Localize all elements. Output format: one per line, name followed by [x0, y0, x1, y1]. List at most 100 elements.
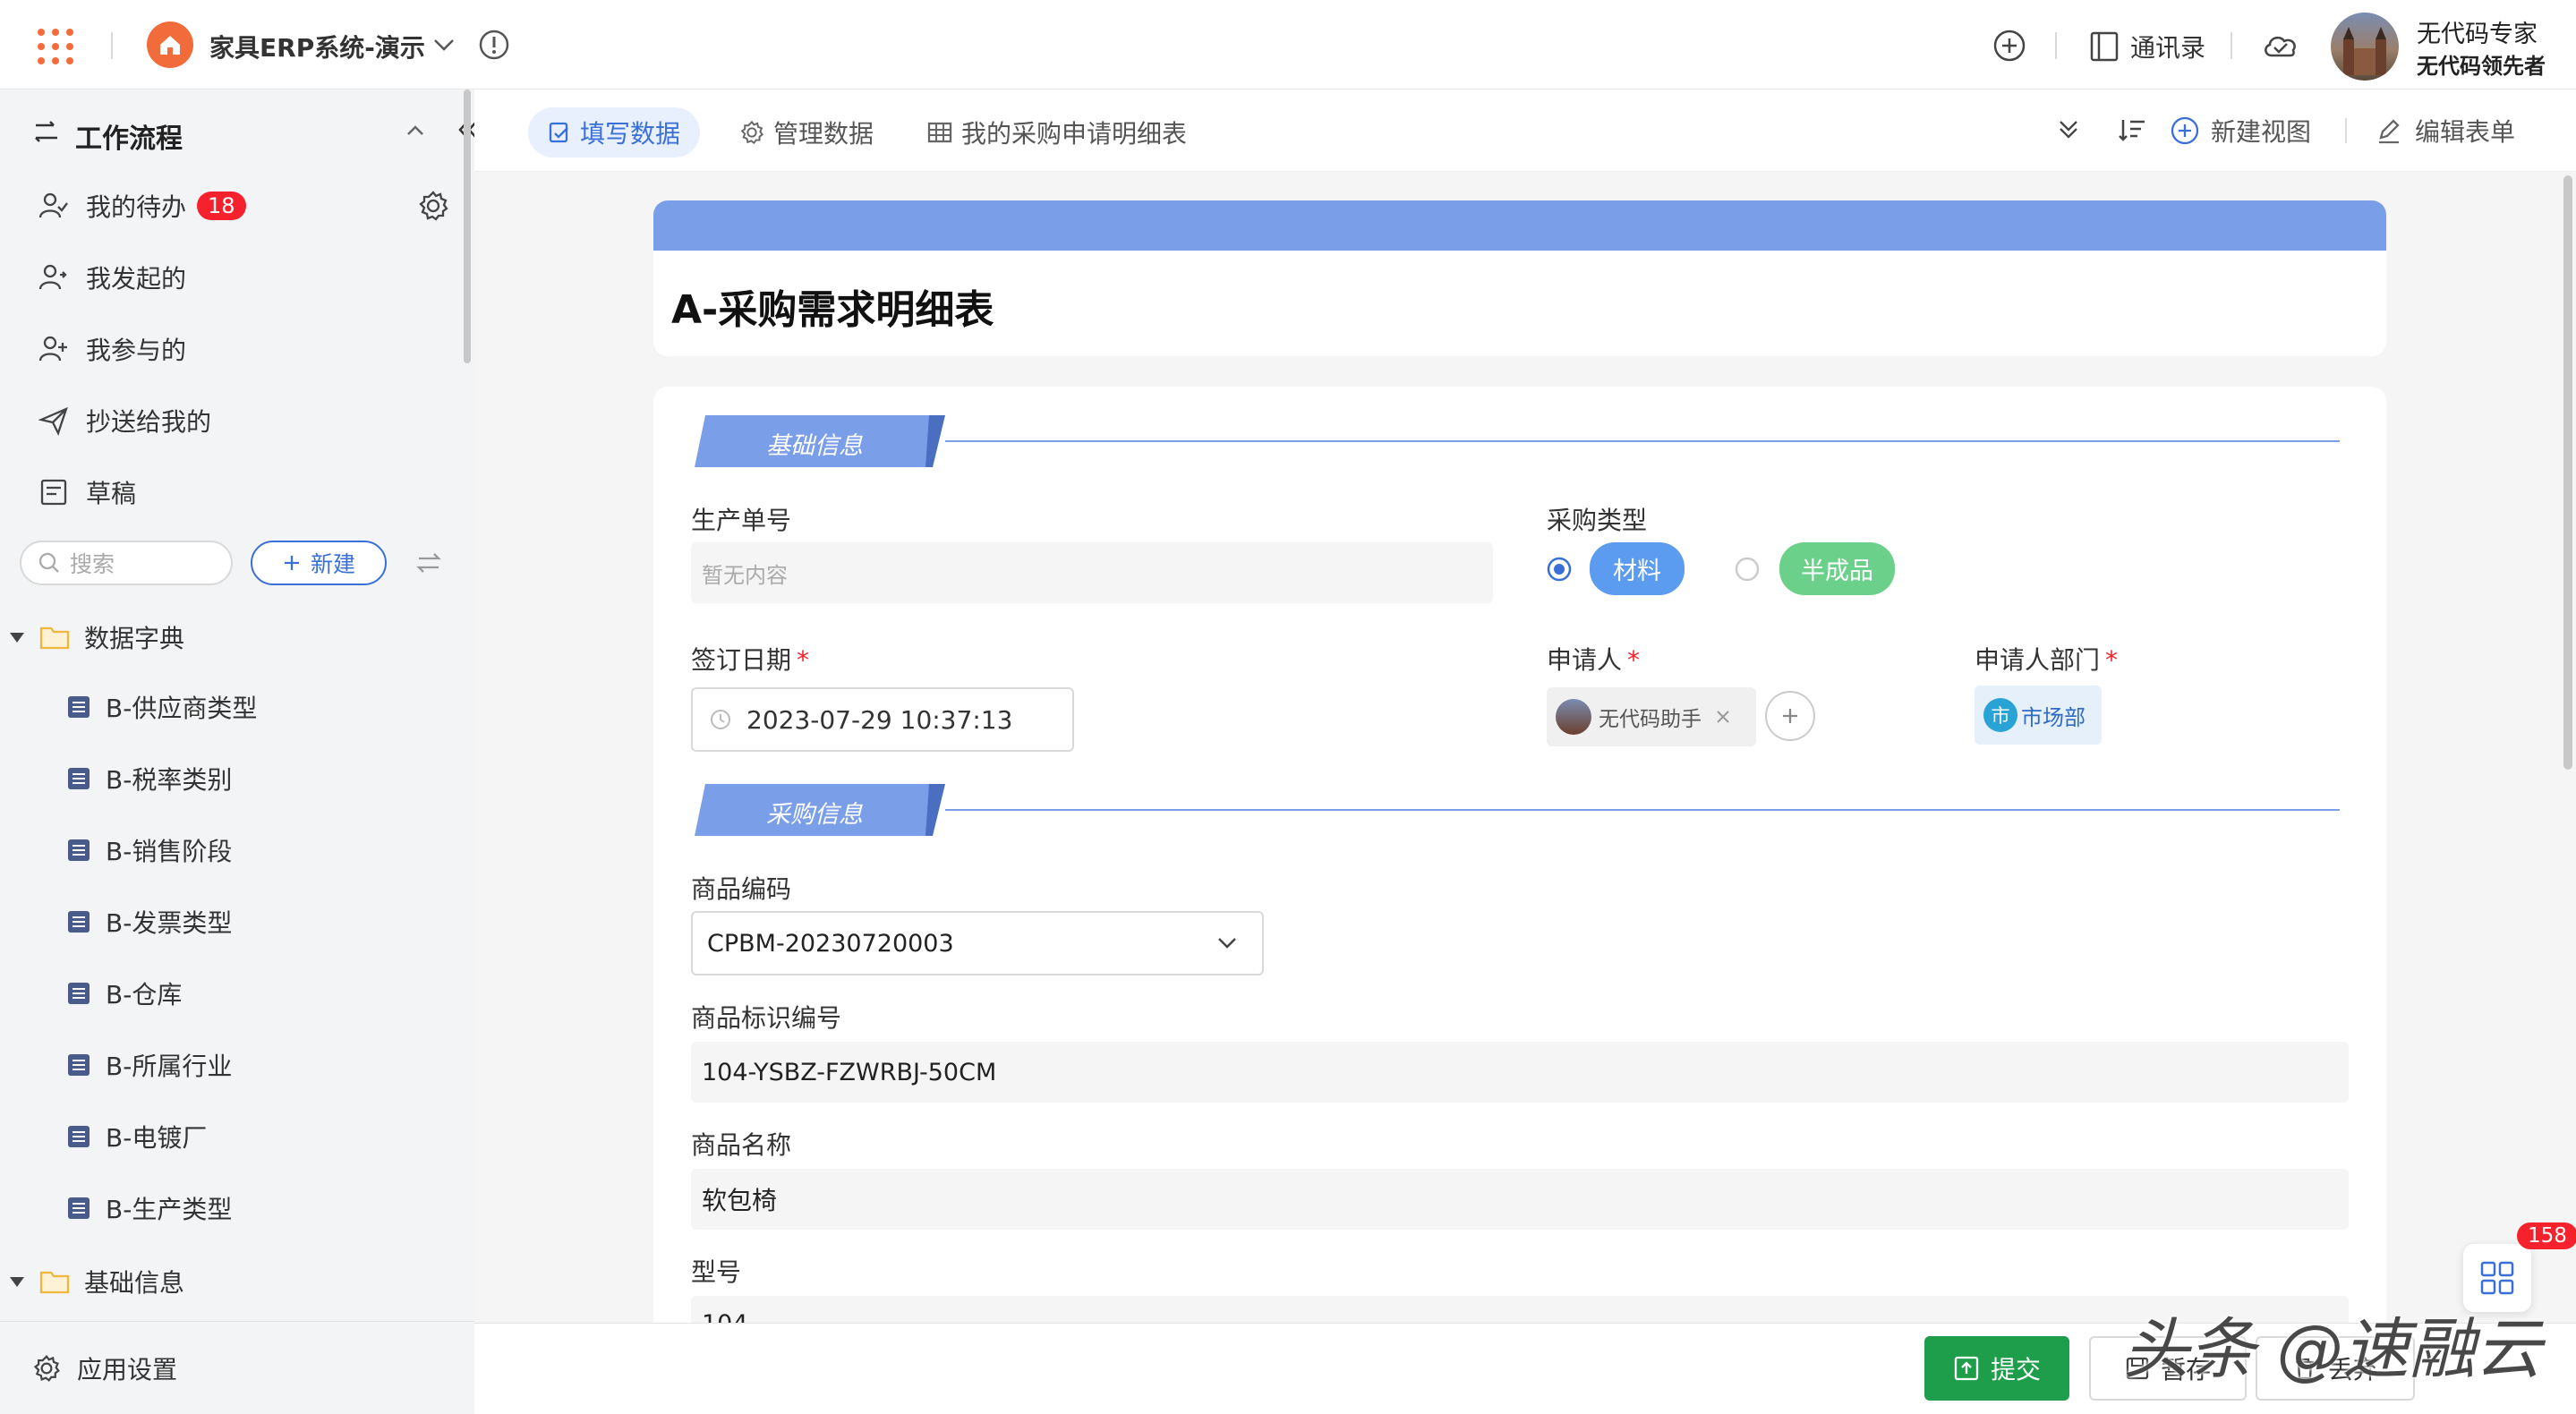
app-grid-icon[interactable]	[36, 27, 75, 66]
tree-item-production-type[interactable]: B-生产类型	[66, 1190, 232, 1226]
applicant-dept-chip[interactable]: 市 市场部	[1975, 686, 2102, 745]
tree-item-industry[interactable]: B-所属行业	[66, 1047, 232, 1083]
sidebar-item-initiated[interactable]: 我发起的	[36, 260, 186, 295]
gear-icon	[740, 120, 764, 145]
form-title: A-采购需求明细表	[671, 287, 994, 333]
tab-fill-data[interactable]: 填写数据	[528, 107, 701, 158]
applicant-avatar	[1556, 699, 1591, 735]
new-button-label: 新建	[310, 551, 355, 577]
add-applicant-button[interactable]	[1765, 691, 1815, 741]
tree-item-invoice-type[interactable]: B-发票类型	[66, 904, 232, 940]
app-settings-button[interactable]: 应用设置	[0, 1321, 474, 1414]
tree-item-tax-category[interactable]: B-税率类别	[66, 761, 232, 796]
form-edit-icon	[549, 122, 568, 143]
radio-material[interactable]: 材料	[1547, 542, 1685, 595]
sidebar-item-label: 草稿	[86, 479, 137, 508]
sidebar-item-drafts[interactable]: 草稿	[36, 474, 136, 510]
sidebar-item-label: 我参与的	[86, 336, 187, 365]
clock-icon	[711, 710, 730, 729]
info-icon[interactable]	[478, 29, 510, 61]
production-no-field[interactable]: 暂无内容	[691, 542, 1493, 603]
product-code-select[interactable]: CPBM-20230720003	[691, 911, 1264, 975]
model-field[interactable]: 104	[691, 1296, 2349, 1323]
avatar[interactable]	[2331, 13, 2399, 81]
edit-form-label: 编辑表单	[2415, 117, 2516, 147]
model-field-clip: 104	[691, 1296, 2349, 1323]
list-doc-icon	[68, 1126, 90, 1147]
radio-semi-finished[interactable]: 半成品	[1735, 542, 1895, 595]
add-circle-icon[interactable]	[1992, 29, 2026, 63]
pencil-icon	[2379, 119, 2400, 144]
list-doc-icon	[68, 768, 90, 789]
tree-item-label: B-生产类型	[106, 1195, 233, 1224]
tree-item-sales-stage[interactable]: B-销售阶段	[66, 832, 232, 868]
new-button[interactable]: 新建	[251, 541, 387, 585]
floating-count-badge: 158	[2517, 1222, 2576, 1249]
applicant-label: 申请人 *	[1547, 645, 1641, 675]
main-scrollbar[interactable]	[2563, 175, 2572, 770]
sort-icon[interactable]	[2118, 116, 2146, 143]
sign-date-value: 2023-07-29 10:37:13	[746, 704, 1013, 735]
tab-label: 管理数据	[773, 119, 874, 149]
tree-item-label: B-供应商类型	[106, 694, 258, 723]
tree-item-label: B-所属行业	[106, 1052, 233, 1081]
applicant-name: 无代码助手	[1599, 708, 1702, 731]
model-value: 104	[702, 1310, 748, 1323]
sidebar-item-label: 我的待办	[86, 192, 187, 222]
list-doc-icon	[68, 839, 90, 861]
tab-label: 填写数据	[580, 119, 681, 149]
product-id-value: 104-YSBZ-FZWRBJ-50CM	[702, 1058, 997, 1086]
sidebar-item-label: 我发起的	[86, 264, 187, 294]
folder-label: 数据字典	[84, 624, 185, 653]
applicant-chip[interactable]: 无代码助手	[1547, 687, 1756, 746]
collapse-section-icon[interactable]	[405, 122, 426, 140]
tree-item-supplier-type[interactable]: B-供应商类型	[66, 689, 257, 725]
product-name-field[interactable]: 软包椅	[691, 1169, 2349, 1230]
top-bar: 家具ERP系统-演示 通讯录 无代码专家 无代码领先者	[0, 0, 2576, 89]
applicant-dept-label: 申请人部门 *	[1975, 645, 2119, 675]
edit-form-button[interactable]: 编辑表单	[2376, 113, 2515, 149]
expand-down-icon[interactable]	[2055, 116, 2082, 143]
sidebar-item-participated[interactable]: 我参与的	[36, 331, 186, 367]
form-header-band	[653, 200, 2386, 251]
option-semi-label: 半成品	[1779, 542, 1895, 595]
search-input[interactable]: 搜索	[20, 541, 233, 585]
cloud-sync-icon[interactable]	[2261, 30, 2300, 61]
product-name-label: 商品名称	[691, 1130, 792, 1160]
chevron-down-icon[interactable]	[431, 34, 456, 55]
sidebar-item-cc[interactable]: 抄送给我的	[36, 403, 211, 439]
user-send-icon	[36, 260, 72, 295]
submit-button[interactable]: 提交	[1924, 1336, 2069, 1401]
submit-label: 提交	[1990, 1355, 2041, 1384]
tree-item-warehouse[interactable]: B-仓库	[66, 975, 182, 1011]
tree-item-plating-factory[interactable]: B-电镀厂	[66, 1119, 207, 1154]
contacts-button[interactable]: 通讯录	[2089, 29, 2205, 64]
caret-down-icon	[10, 633, 24, 643]
contacts-book-icon	[2090, 31, 2119, 62]
tab-label: 我的采购申请明细表	[961, 119, 1188, 149]
production-no-placeholder: 暂无内容	[702, 562, 788, 588]
app-settings-label: 应用设置	[77, 1354, 178, 1384]
swap-icon[interactable]	[415, 549, 442, 576]
folder-data-dictionary[interactable]: 数据字典	[7, 619, 184, 655]
new-view-button[interactable]: 新建视图	[2170, 113, 2311, 149]
table-icon	[927, 122, 952, 143]
product-id-field[interactable]: 104-YSBZ-FZWRBJ-50CM	[691, 1042, 2349, 1103]
radio-checked-icon	[1547, 557, 1572, 581]
app-title[interactable]: 家具ERP系统-演示	[209, 29, 425, 64]
list-doc-icon	[68, 983, 90, 1004]
tree-item-label: B-仓库	[106, 980, 183, 1009]
list-doc-icon	[68, 696, 90, 718]
tab-my-purchase-details[interactable]: 我的采购申请明细表	[908, 107, 1207, 158]
tree-item-label: B-税率类别	[106, 765, 233, 795]
user-plus-icon	[36, 331, 72, 367]
app-logo-icon	[147, 21, 193, 68]
close-icon[interactable]	[1714, 708, 1732, 726]
user-check-icon	[36, 188, 72, 224]
sidebar-item-my-todo[interactable]: 我的待办 18	[36, 188, 246, 224]
gear-icon[interactable]	[417, 190, 449, 222]
folder-basic-info[interactable]: 基础信息	[7, 1264, 184, 1299]
sidebar-scrollbar[interactable]	[464, 89, 471, 363]
sign-date-field[interactable]: 2023-07-29 10:37:13	[691, 687, 1074, 752]
tab-manage-data[interactable]: 管理数据	[720, 107, 893, 158]
